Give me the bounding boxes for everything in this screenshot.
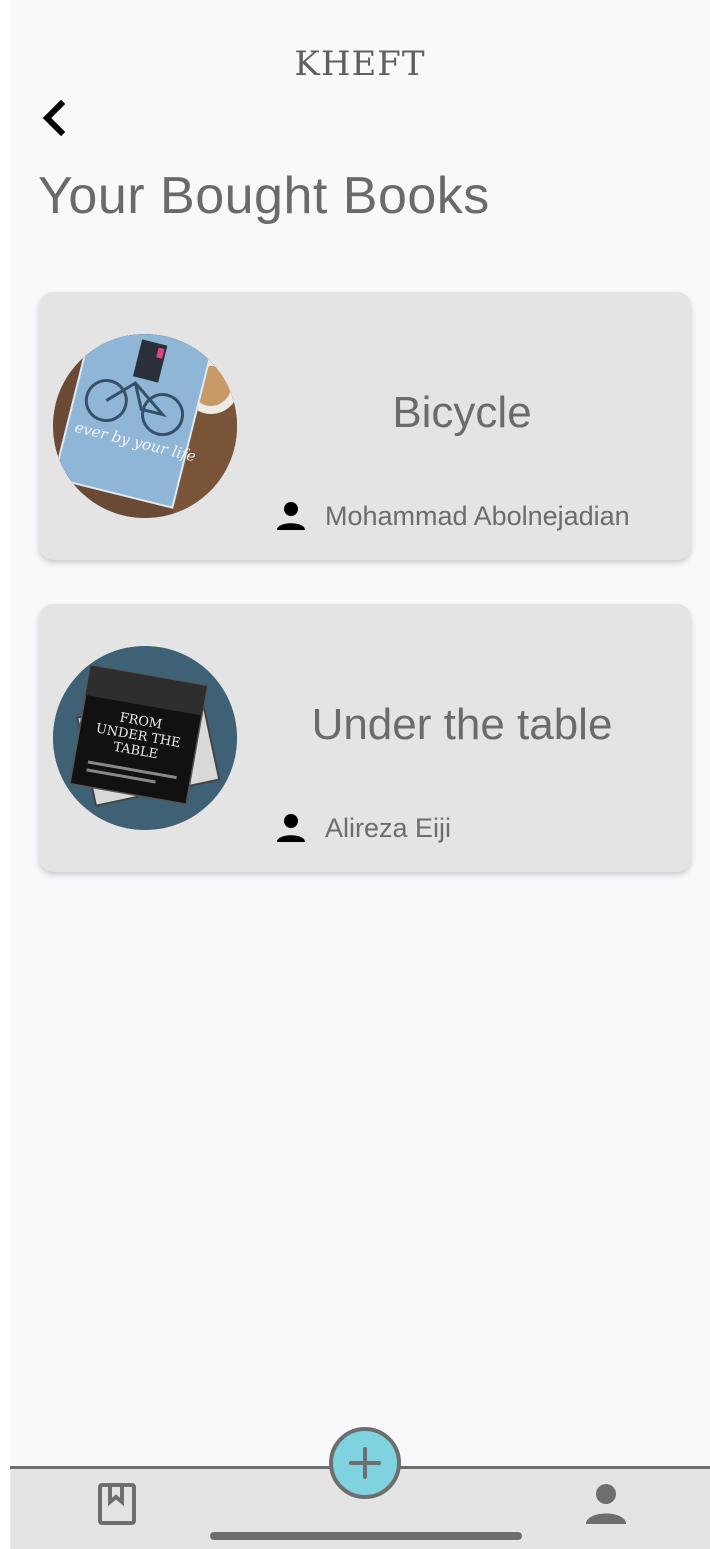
- book-author: Mohammad Abolnejadian: [325, 500, 630, 531]
- page-title: Your Bought Books: [38, 167, 490, 225]
- book-card-under-the-table[interactable]: FROM UNDER THE TABLE Under the table Ali…: [39, 604, 691, 872]
- app-title: KHEFT: [294, 44, 426, 84]
- plus-icon: [349, 1447, 381, 1479]
- person-icon: [586, 1484, 626, 1524]
- book-title: Under the table: [311, 700, 613, 749]
- book-cover-image: ever by your life: [53, 334, 237, 518]
- screen: KHEFT Your Bought Books ever by your lif…: [10, 0, 710, 1549]
- person-icon: [277, 814, 305, 842]
- add-button[interactable]: [329, 1427, 401, 1499]
- author-row: Alireza Eiji: [275, 812, 451, 844]
- book-author: Alireza Eiji: [325, 812, 452, 843]
- person-icon: [277, 502, 305, 530]
- back-button[interactable]: [32, 96, 76, 140]
- author-row: Mohammad Abolnejadian: [275, 500, 630, 532]
- book-card-bicycle[interactable]: ever by your life Bicycle Mohammad Aboln…: [39, 292, 691, 560]
- home-indicator[interactable]: [210, 1532, 522, 1540]
- bookmark-book-icon: [98, 1483, 136, 1525]
- book-cover-image: FROM UNDER THE TABLE: [53, 646, 237, 830]
- nav-profile-button[interactable]: [571, 1469, 641, 1539]
- chevron-left-icon: [42, 99, 66, 137]
- book-title: Bicycle: [392, 388, 532, 437]
- nav-books-button[interactable]: [82, 1469, 152, 1539]
